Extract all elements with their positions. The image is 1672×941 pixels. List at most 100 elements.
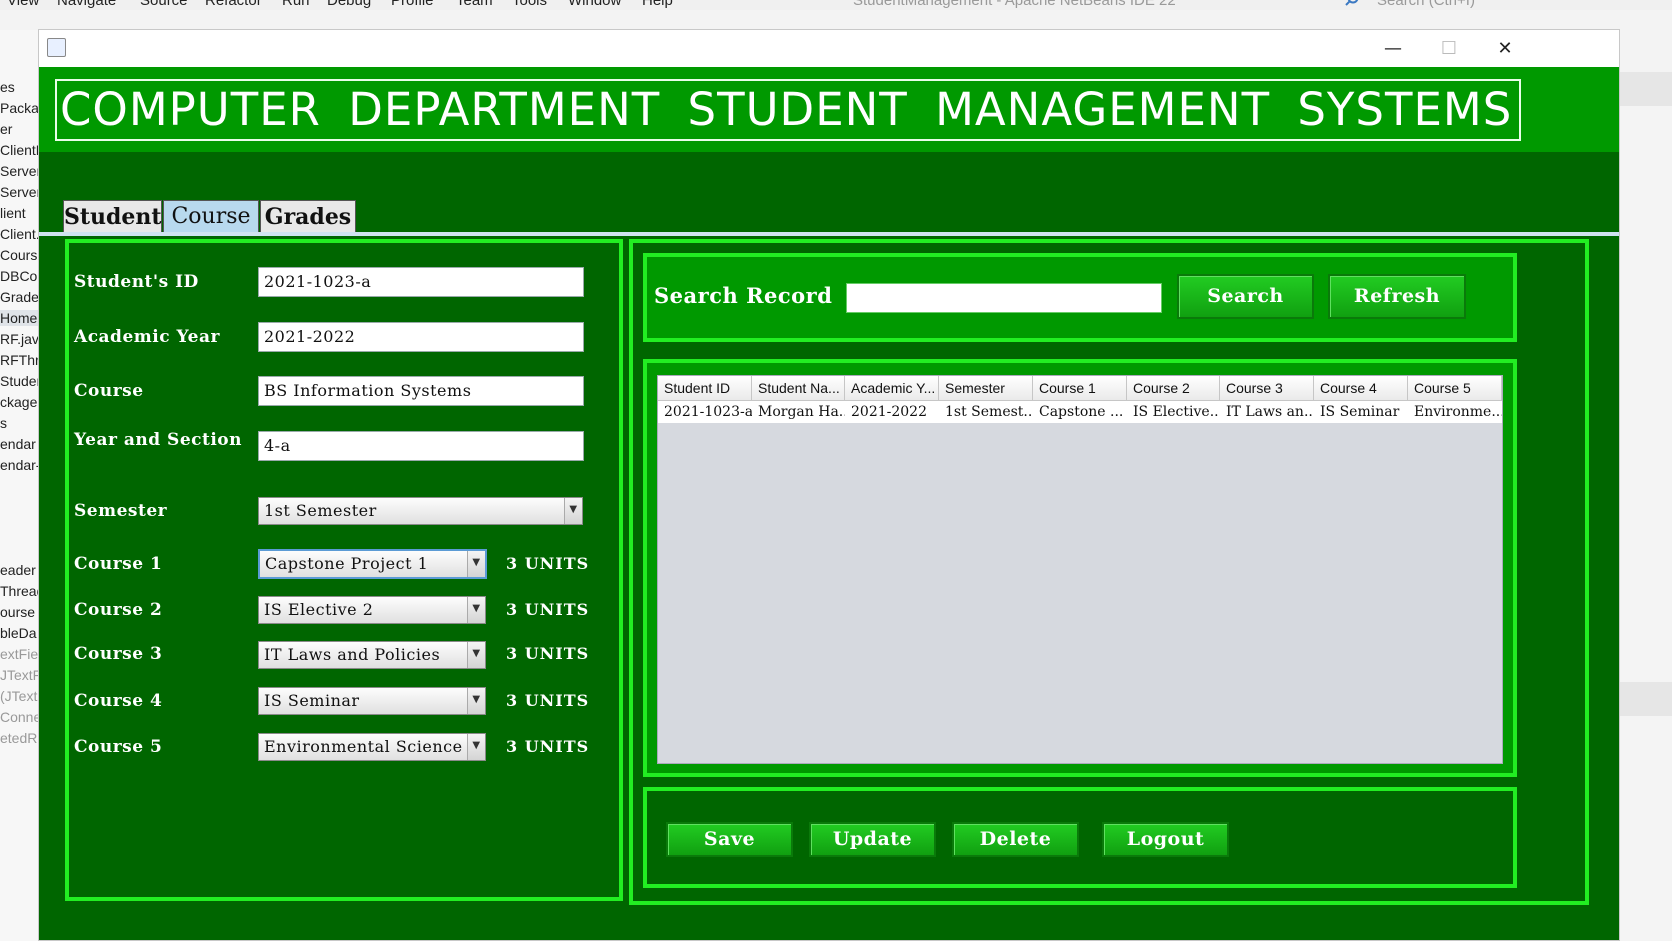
close-button[interactable]: ✕ xyxy=(1485,34,1525,64)
chevron-down-icon[interactable]: ▼ xyxy=(467,688,485,714)
ide-tree-item[interactable]: DBCor xyxy=(0,268,38,284)
course-1-units: 3 UNITS xyxy=(506,554,590,573)
table-column-header[interactable]: Course 5 xyxy=(1408,376,1502,401)
table-column-header[interactable]: Course 2 xyxy=(1127,376,1220,401)
course-3-dropdown[interactable]: IT Laws and Policies ▼ xyxy=(258,641,486,669)
ide-tree-item[interactable]: Server xyxy=(0,163,38,179)
table-column-header[interactable]: Course 1 xyxy=(1033,376,1127,401)
table-column-header[interactable]: Student Na... xyxy=(752,376,845,401)
ide-tree-item[interactable]: Packa xyxy=(0,100,38,116)
ide-tree-item[interactable]: Course xyxy=(0,247,38,263)
ide-right-gutter xyxy=(1620,72,1672,941)
save-button[interactable]: Save xyxy=(666,822,793,857)
course-3-units: 3 UNITS xyxy=(506,644,590,663)
ide-tree-item[interactable]: eader xyxy=(0,562,36,578)
ide-tree-item[interactable]: extFie xyxy=(0,646,38,662)
ide-tree-item[interactable]: bleDa xyxy=(0,625,37,641)
ide-menu-profile[interactable]: Profile xyxy=(391,0,434,9)
course-1-dropdown[interactable]: Capstone Project 1 ▼ xyxy=(258,549,487,579)
chevron-down-icon[interactable]: ▼ xyxy=(467,734,485,760)
maximize-button[interactable]: ☐ xyxy=(1429,34,1469,64)
academic-year-field[interactable]: 2021-2022 xyxy=(258,322,584,352)
app-content: COMPUTER DEPARTMENT STUDENT MANAGEMENT S… xyxy=(39,67,1619,940)
logout-button[interactable]: Logout xyxy=(1102,822,1229,857)
ide-search-input[interactable]: Search (Ctrl+I) xyxy=(1377,0,1475,9)
search-icon xyxy=(1345,0,1359,6)
course-2-dropdown[interactable]: IS Elective 2 ▼ xyxy=(258,596,486,624)
tab-student[interactable]: Student xyxy=(63,200,162,233)
semester-label: Semester xyxy=(74,501,168,521)
ide-menu-help[interactable]: Help xyxy=(642,0,673,9)
course-field[interactable]: BS Information Systems xyxy=(258,376,584,406)
table-row[interactable]: 2021-1023-a Morgan Ha... 2021-2022 1st Seme… xyxy=(658,401,1502,423)
ide-menu-tools[interactable]: Tools xyxy=(512,0,547,9)
ide-tree-item[interactable]: (JText xyxy=(0,688,37,704)
search-input[interactable] xyxy=(846,283,1162,313)
table-column-header[interactable]: Semester xyxy=(939,376,1033,401)
ide-tree-item[interactable]: Grade xyxy=(0,289,38,305)
ide-tree-item[interactable]: er xyxy=(0,121,12,137)
course-5-dropdown[interactable]: Environmental Science ▼ xyxy=(258,733,486,761)
course-4-value: IS Seminar xyxy=(264,691,360,710)
ide-menu-refactor[interactable]: Refactor xyxy=(205,0,262,9)
delete-button[interactable]: Delete xyxy=(952,822,1079,857)
table-cell: Capstone ... xyxy=(1039,404,1124,420)
ide-menu-team[interactable]: Team xyxy=(456,0,493,9)
ide-menu-source[interactable]: Source xyxy=(140,0,188,9)
table-cell: IT Laws an... xyxy=(1226,404,1314,420)
course-2-units: 3 UNITS xyxy=(506,600,590,619)
chevron-down-icon[interactable]: ▼ xyxy=(467,551,485,577)
ide-tree-item[interactable]: es xyxy=(0,79,15,95)
ide-tree-item[interactable]: Server xyxy=(0,184,38,200)
java-app-icon xyxy=(47,38,66,57)
ide-tree-item[interactable]: RFThre xyxy=(0,352,38,368)
table-cell: 1st Semest... xyxy=(945,404,1033,420)
ide-tree-item[interactable]: ourse xyxy=(0,604,35,620)
ide-tree-item[interactable]: RF.java xyxy=(0,331,38,347)
records-table[interactable]: Student ID Student Na... Academic Y... Seme… xyxy=(657,375,1503,764)
ide-tree-item[interactable]: Client. xyxy=(0,226,38,242)
ide-project-tree: es Packa er ClientH Server Server lient Client.… xyxy=(0,30,38,941)
course-5-units: 3 UNITS xyxy=(506,737,590,756)
year-section-field[interactable]: 4-a xyxy=(258,431,584,461)
search-button[interactable]: Search xyxy=(1177,274,1314,319)
tab-course[interactable]: Course xyxy=(163,200,259,233)
ide-tree-item[interactable]: lient xyxy=(0,205,26,221)
student-id-field[interactable]: 2021-1023-a xyxy=(258,267,584,297)
table-column-header[interactable]: Student ID xyxy=(658,376,752,401)
ide-menu-run[interactable]: Run xyxy=(282,0,310,9)
table-cell: Morgan Ha... xyxy=(758,404,845,420)
ide-tree-item[interactable]: endar- xyxy=(0,457,38,473)
ide-menu-navigate[interactable]: Navigate xyxy=(57,0,116,9)
refresh-button[interactable]: Refresh xyxy=(1328,274,1466,319)
ide-tree-item[interactable]: Thread xyxy=(0,583,38,599)
ide-tree-item[interactable]: etedRe xyxy=(0,730,38,746)
tab-grades[interactable]: Grades xyxy=(260,200,356,233)
course-4-dropdown[interactable]: IS Seminar ▼ xyxy=(258,687,486,715)
ide-tree-item[interactable]: Conne xyxy=(0,709,38,725)
course-5-value: Environmental Science xyxy=(264,737,463,756)
ide-tree-item[interactable]: JTextF xyxy=(0,667,38,683)
semester-dropdown[interactable]: 1st Semester ▼ xyxy=(258,497,583,525)
ide-gutter-band xyxy=(1620,72,1672,106)
chevron-down-icon[interactable]: ▼ xyxy=(467,597,485,623)
table-column-header[interactable]: Academic Y... xyxy=(845,376,939,401)
ide-tree-item[interactable]: Home xyxy=(0,310,38,326)
course-label: Course xyxy=(74,381,144,401)
ide-tree-item[interactable]: Studen xyxy=(0,373,38,389)
minimize-button[interactable]: — xyxy=(1373,34,1413,64)
ide-tree-item[interactable]: s xyxy=(0,415,7,431)
window-titlebar[interactable]: — ☐ ✕ xyxy=(39,30,1619,67)
ide-menu-view[interactable]: View xyxy=(7,0,39,9)
table-column-header[interactable]: Course 4 xyxy=(1314,376,1408,401)
chevron-down-icon[interactable]: ▼ xyxy=(467,642,485,668)
ide-tree-item[interactable]: ClientH xyxy=(0,142,38,158)
table-column-header[interactable]: Course 3 xyxy=(1220,376,1314,401)
ide-menu-debug[interactable]: Debug xyxy=(327,0,371,9)
ide-tree-item[interactable]: endar xyxy=(0,436,36,452)
app-window: — ☐ ✕ COMPUTER DEPARTMENT STUDENT MANAGE… xyxy=(38,29,1620,941)
update-button[interactable]: Update xyxy=(809,822,936,857)
ide-tree-item[interactable]: ckage xyxy=(0,394,37,410)
ide-menu-window[interactable]: Window xyxy=(568,0,621,9)
chevron-down-icon[interactable]: ▼ xyxy=(564,498,582,524)
